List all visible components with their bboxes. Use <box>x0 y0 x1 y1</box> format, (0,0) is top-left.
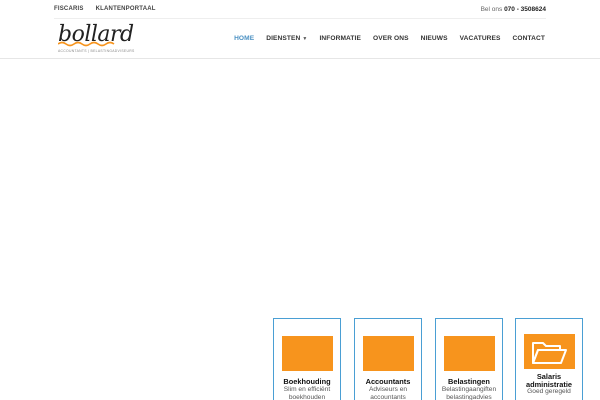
service-description: Goed geregeld <box>527 388 571 395</box>
top-link-fiscaris[interactable]: FISCARIS <box>54 6 84 12</box>
nav-over-ons[interactable]: OVER ONS <box>373 35 409 42</box>
site-logo[interactable]: bollard ACCOUNTANTS | BELASTINGADVISEURS <box>56 22 134 56</box>
service-card-salaris[interactable]: Salaris administratie Goed geregeld <box>515 318 583 400</box>
service-description-2: belastingadvies <box>446 394 492 400</box>
top-link-klantenportaal[interactable]: KLANTENPORTAAL <box>96 6 156 12</box>
top-bar: FISCARIS KLANTENPORTAAL Bel ons 070 - 35… <box>0 0 600 18</box>
nav-nieuws[interactable]: NIEUWS <box>421 35 448 42</box>
top-links: FISCARIS KLANTENPORTAAL <box>54 6 156 12</box>
service-description: Slim en efficiënt <box>283 386 331 393</box>
nav-contact[interactable]: CONTACT <box>513 35 545 42</box>
service-title: Boekhouding <box>283 377 331 386</box>
service-description-2: boekhouden <box>288 394 326 400</box>
phone-label: Bel ons <box>480 6 503 13</box>
service-title: Salaris administratie <box>516 373 582 388</box>
folder-icon <box>532 342 567 364</box>
service-image <box>524 334 575 369</box>
main-nav: HOME DIENSTEN ▼ INFORMATIE OVER ONS NIEUW… <box>234 35 545 42</box>
service-card-belastingen[interactable]: Belastingen Belastingaangiften belasting… <box>435 318 503 400</box>
service-description: Belastingaangiften <box>441 386 497 393</box>
service-title: Belastingen <box>448 377 490 386</box>
service-description-2: accountants <box>370 394 406 400</box>
nav-informatie[interactable]: INFORMATIE <box>319 35 361 42</box>
topbar-divider <box>54 18 546 19</box>
service-title: Accountants <box>365 377 411 386</box>
nav-vacatures[interactable]: VACATURES <box>460 35 501 42</box>
nav-diensten[interactable]: DIENSTEN ▼ <box>266 35 307 42</box>
service-card-accountants[interactable]: Accountants Adviseurs en accountants <box>354 318 422 400</box>
service-image <box>444 336 495 371</box>
service-image <box>363 336 414 371</box>
nav-home[interactable]: HOME <box>234 35 254 42</box>
service-image <box>282 336 333 371</box>
nav-diensten-label: DIENSTEN <box>266 35 301 42</box>
logo-tagline: ACCOUNTANTS | BELASTINGADVISEURS <box>58 49 135 53</box>
phone-number[interactable]: 070 - 3508624 <box>504 6 546 13</box>
service-description: Adviseurs en <box>368 386 408 393</box>
service-card-boekhouding[interactable]: Boekhouding Slim en efficiënt boekhouden <box>273 318 341 400</box>
phone-info: Bel ons 070 - 3508624 <box>481 6 546 13</box>
chevron-down-icon: ▼ <box>302 36 308 42</box>
logo-wave-icon <box>58 41 115 47</box>
